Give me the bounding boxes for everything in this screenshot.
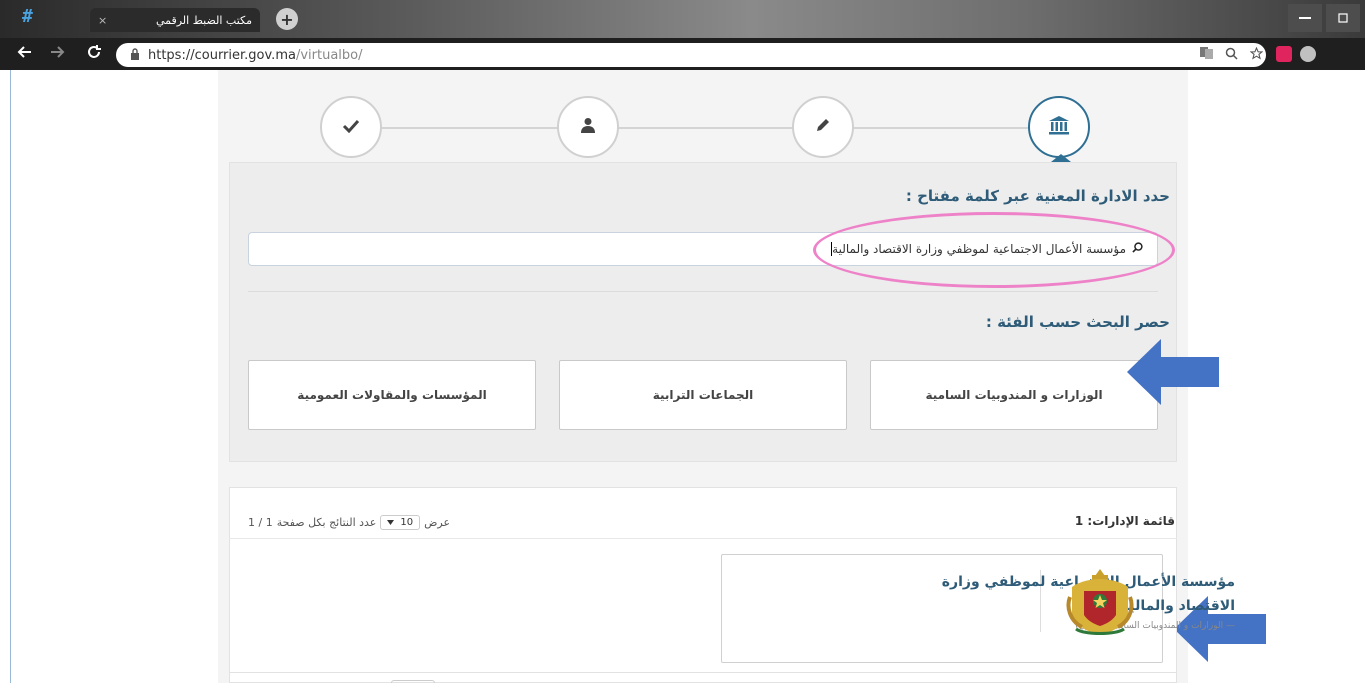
stepper-line	[380, 127, 1060, 129]
step-institution[interactable]	[1028, 96, 1090, 158]
search-label: حدد الادارة المعنية عبر كلمة مفتاح :	[905, 187, 1170, 205]
pencil-icon	[815, 117, 831, 137]
url-path: /virtualbo/	[295, 47, 363, 63]
category-label: حصر البحث حسب الفئة :	[985, 313, 1170, 331]
show-label: عرض	[424, 516, 451, 529]
check-icon	[342, 118, 360, 137]
per-page-value: 10	[400, 517, 414, 528]
institution-icon	[1048, 115, 1070, 139]
category-territorial-button[interactable]: الجماعات الترابية	[559, 360, 847, 430]
back-arrow-icon[interactable]	[16, 44, 32, 63]
url-host: https://courrier.gov.ma	[148, 47, 296, 63]
arrow-annotation-icon	[1127, 339, 1219, 405]
browser-tab-bar: # × مكتب الضبط الرقمي +	[0, 0, 1365, 38]
forward-arrow-icon[interactable]	[50, 44, 66, 63]
section-divider	[248, 291, 1158, 292]
step-user[interactable]	[557, 96, 619, 158]
per-page-select[interactable]: 10	[380, 515, 421, 530]
new-tab-button[interactable]: +	[276, 8, 298, 30]
lock-icon	[130, 47, 140, 63]
moroccan-emblem-icon	[1066, 569, 1134, 635]
per-page-label: عدد النتائج بكل صفحة	[276, 516, 377, 529]
results-count-label: قائمة الإدارات: 1	[1074, 514, 1175, 528]
results-footer-divider	[229, 672, 1177, 673]
zoom-icon[interactable]	[1225, 47, 1238, 63]
minimize-icon[interactable]	[1288, 4, 1322, 32]
maximize-icon[interactable]	[1326, 4, 1360, 32]
active-step-pointer	[1051, 154, 1071, 162]
category-ministries-button[interactable]: الوزارات و المندوبيات السامية	[870, 360, 1158, 430]
dropdown-arrow-icon	[387, 517, 395, 528]
tab-close-icon[interactable]: ×	[98, 14, 107, 27]
app-icon: #	[22, 6, 33, 27]
step-confirm[interactable]	[320, 96, 382, 158]
pagination-info: عرض 10 عدد النتائج بكل صفحة 1 / 1	[248, 515, 450, 530]
extension-icon[interactable]	[1300, 46, 1316, 62]
highlight-annotation	[813, 212, 1175, 288]
translate-icon[interactable]	[1200, 47, 1214, 62]
results-header-divider	[229, 538, 1177, 539]
user-icon	[580, 117, 596, 137]
star-icon[interactable]	[1249, 46, 1264, 63]
browser-tab[interactable]: × مكتب الضبط الرقمي	[90, 8, 260, 32]
address-bar[interactable]: https://courrier.gov.ma/virtualbo/	[116, 43, 1266, 67]
page-info: 1 / 1	[248, 516, 273, 529]
extension-icon[interactable]	[1276, 46, 1292, 62]
reload-icon[interactable]	[86, 44, 102, 64]
step-edit[interactable]	[792, 96, 854, 158]
category-public-enterprises-button[interactable]: المؤسسات والمقاولات العمومية	[248, 360, 536, 430]
tab-title: مكتب الضبط الرقمي	[155, 13, 252, 27]
